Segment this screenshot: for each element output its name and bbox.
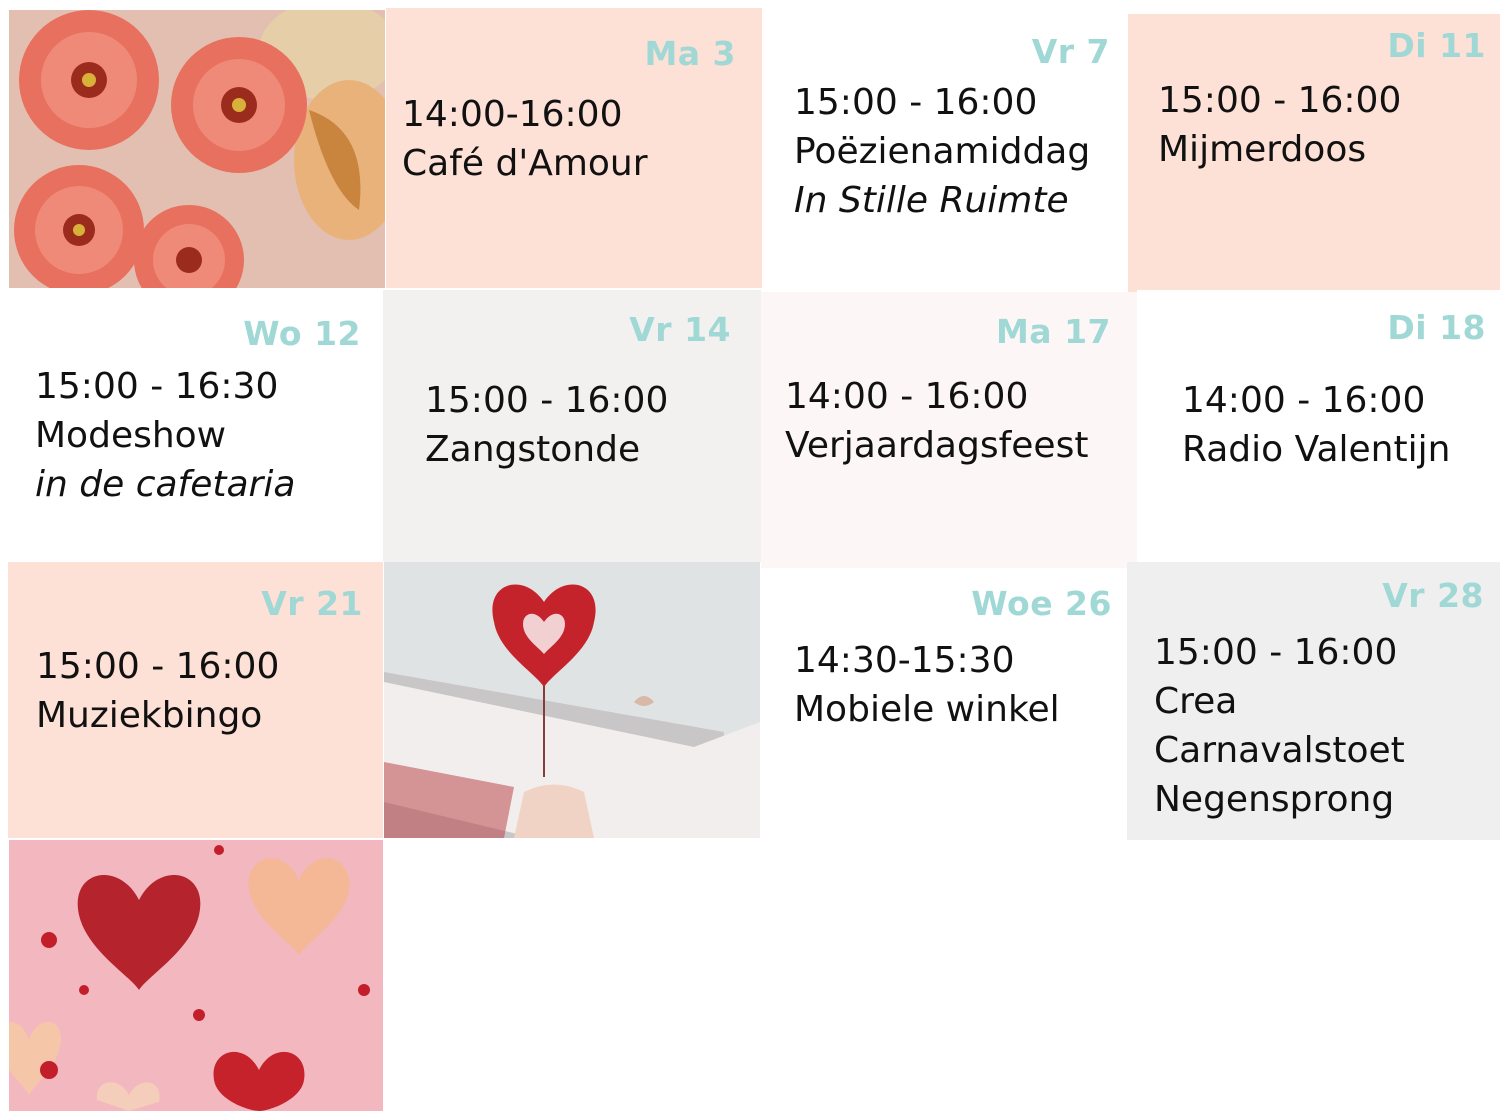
event-title: Muziekbingo: [36, 695, 263, 736]
event-title: Verjaardagsfeest: [785, 425, 1089, 466]
event-details: 15:00 - 16:00 Muziekbingo: [36, 642, 279, 740]
event-date: Vr 14: [629, 310, 731, 349]
event-details: 14:00-16:00 Café d'Amour: [402, 90, 648, 188]
event-date: Ma 17: [995, 312, 1111, 351]
event-time: 15:00 - 16:30: [35, 366, 279, 407]
flowers-photo: [9, 10, 385, 288]
event-details: 15:00 - 16:00 Crea Carnavalstoet Negensp…: [1154, 628, 1405, 824]
event-details: 15:00 - 16:00 Zangstonde: [425, 376, 668, 474]
event-card: Woe 26 14:30-15:30 Mobiele winkel: [760, 570, 1130, 838]
event-title: Mobiele winkel: [794, 689, 1060, 730]
event-title: Carnavalstoet: [1154, 730, 1405, 771]
event-details: 15:00 - 16:00 Poëzienamiddag In Stille R…: [794, 78, 1090, 225]
event-details: 15:00 - 16:00 Mijmerdoos: [1158, 76, 1401, 174]
paper-hearts-photo: [9, 840, 383, 1111]
event-time: 15:00 - 16:00: [1154, 632, 1398, 673]
heart-popup-card-photo: [384, 562, 760, 838]
event-title: Poëzienamiddag: [794, 131, 1091, 172]
event-date: Wo 12: [243, 314, 361, 353]
event-time: 15:00 - 16:00: [36, 646, 280, 687]
event-date: Vr 7: [1031, 32, 1110, 71]
event-date: Di 11: [1387, 26, 1486, 65]
event-date: Vr 21: [261, 584, 363, 623]
event-time: 14:00 - 16:00: [785, 376, 1029, 417]
event-title: Negensprong: [1154, 779, 1395, 820]
event-card: Vr 28 15:00 - 16:00 Crea Carnavalstoet N…: [1127, 562, 1500, 840]
event-card: Di 11 15:00 - 16:00 Mijmerdoos: [1128, 14, 1500, 292]
event-details: 14:00 - 16:00 Radio Valentijn: [1182, 376, 1450, 474]
event-card: Vr 21 15:00 - 16:00 Muziekbingo: [8, 562, 383, 838]
event-title: Modeshow: [35, 415, 227, 456]
event-time: 15:00 - 16:00: [1158, 80, 1402, 121]
event-card: Ma 3 14:00-16:00 Café d'Amour: [386, 8, 762, 288]
event-title: Crea: [1154, 681, 1238, 722]
event-location: In Stille Ruimte: [794, 180, 1069, 221]
event-details: 15:00 - 16:30 Modeshow in de cafetaria: [35, 362, 295, 509]
event-details: 14:00 - 16:00 Verjaardagsfeest: [785, 372, 1088, 470]
event-date: Woe 26: [971, 584, 1112, 623]
event-time: 15:00 - 16:00: [425, 380, 669, 421]
event-title: Café d'Amour: [402, 143, 648, 184]
event-date: Ma 3: [644, 34, 736, 73]
event-card: Ma 17 14:00 - 16:00 Verjaardagsfeest: [761, 292, 1137, 568]
event-title: Radio Valentijn: [1182, 429, 1451, 470]
event-card: Wo 12 15:00 - 16:30 Modeshow in de cafet…: [9, 290, 383, 562]
event-title: Zangstonde: [425, 429, 641, 470]
event-date: Di 18: [1387, 308, 1486, 347]
event-card: Vr 7 15:00 - 16:00 Poëzienamiddag In Sti…: [762, 8, 1128, 288]
event-card: Di 18 14:00 - 16:00 Radio Valentijn: [1137, 290, 1500, 562]
event-title: Mijmerdoos: [1158, 129, 1367, 170]
event-time: 14:30-15:30: [794, 640, 1015, 681]
event-time: 14:00-16:00: [402, 94, 623, 135]
event-location: in de cafetaria: [35, 464, 296, 505]
event-card: Vr 14 15:00 - 16:00 Zangstonde: [383, 290, 761, 562]
event-date: Vr 28: [1382, 576, 1484, 615]
event-time: 15:00 - 16:00: [794, 82, 1038, 123]
event-details: 14:30-15:30 Mobiele winkel: [794, 636, 1060, 734]
event-time: 14:00 - 16:00: [1182, 380, 1426, 421]
